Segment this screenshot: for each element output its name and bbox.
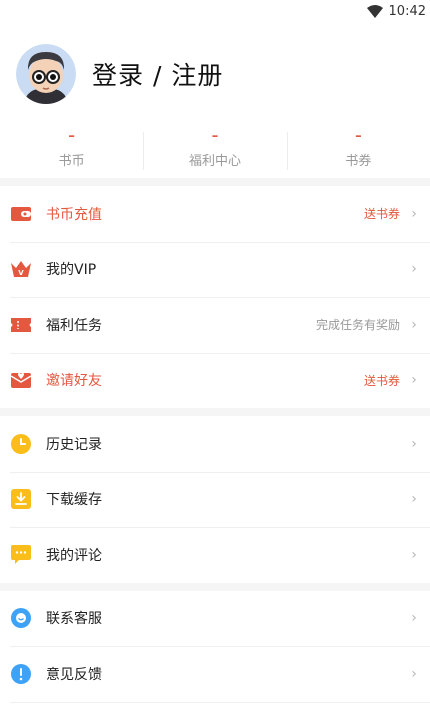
chevron-right-icon: › xyxy=(411,435,417,452)
avatar-image xyxy=(16,44,76,104)
svg-text:V: V xyxy=(18,269,24,277)
menu-item-download-cache[interactable]: 下载缓存 › xyxy=(0,471,430,528)
menu-item-label: 下载缓存 xyxy=(46,492,102,509)
menu-item-label: 意见反馈 xyxy=(46,666,102,683)
menu-item-label: 福利任务 xyxy=(46,317,102,334)
status-bar: 10:42 xyxy=(0,0,430,22)
menu-item-hint: 送书券 xyxy=(363,373,400,388)
menu-item-label: 书币充值 xyxy=(46,206,102,223)
menu-item-label: 我的VIP xyxy=(46,262,97,279)
stats-bar: – 书币 – 福利中心 – 书券 xyxy=(0,126,430,178)
menu-section-support: 联系客服 › 意见反馈 › xyxy=(0,590,430,724)
menu-item-partial xyxy=(0,701,430,724)
stat-label: 书券 xyxy=(345,154,372,169)
avatar[interactable] xyxy=(16,44,76,104)
menu-item-label: 邀请好友 xyxy=(46,373,102,390)
customer-service-icon xyxy=(10,607,32,629)
menu-item-vip[interactable]: V 我的VIP › xyxy=(0,241,430,298)
chevron-right-icon: › xyxy=(411,610,417,627)
invite-envelope-icon xyxy=(10,369,32,391)
status-time: 10:42 xyxy=(388,3,426,19)
menu-item-feedback[interactable]: 意见反馈 › xyxy=(0,646,430,702)
ticket-icon xyxy=(10,314,32,336)
menu-item-my-comments[interactable]: 我的评论 › xyxy=(0,527,430,583)
chevron-right-icon: › xyxy=(411,546,417,563)
stat-value: – xyxy=(211,129,219,144)
profile-header[interactable]: 登录 / 注册 xyxy=(0,22,430,126)
menu-section-account: 书币充值 送书券 › V 我的VIP › 福利任务 完成任务有奖励 › 邀请好友… xyxy=(0,186,430,408)
vip-crown-icon: V xyxy=(10,258,32,280)
chevron-right-icon: › xyxy=(411,665,417,682)
menu-item-label: 历史记录 xyxy=(46,436,102,453)
stat-value: – xyxy=(355,129,362,144)
clock-icon xyxy=(10,433,32,455)
chevron-right-icon: › xyxy=(411,372,417,389)
menu-section-content: 历史记录 › 下载缓存 › 我的评论 › xyxy=(0,416,430,583)
download-icon xyxy=(10,488,32,510)
menu-item-invite-friends[interactable]: 邀请好友 送书券 › xyxy=(0,352,430,409)
menu-item-label: 我的评论 xyxy=(46,547,102,564)
chevron-right-icon: › xyxy=(411,491,417,508)
chevron-right-icon: › xyxy=(411,205,417,222)
feedback-icon xyxy=(10,663,32,685)
stat-welfare-center[interactable]: – 福利中心 xyxy=(143,126,286,178)
stat-label: 书币 xyxy=(58,154,85,169)
stat-coins[interactable]: – 书币 xyxy=(0,126,143,178)
comment-icon xyxy=(10,544,32,566)
stat-vouchers[interactable]: – 书券 xyxy=(286,126,430,178)
header-area: 10:42 登录 / 注册 – 书币 – 福利中心 – 书券 xyxy=(0,0,430,178)
menu-item-hint: 完成任务有奖励 xyxy=(315,318,400,333)
login-register-link[interactable]: 登录 / 注册 xyxy=(92,56,223,92)
chevron-right-icon: › xyxy=(411,316,417,333)
menu-item-recharge[interactable]: 书币充值 送书券 › xyxy=(0,186,430,242)
chevron-right-icon: › xyxy=(411,261,417,278)
menu-item-customer-service[interactable]: 联系客服 › xyxy=(0,591,430,647)
menu-item-hint: 送书券 xyxy=(363,207,400,222)
stat-label: 福利中心 xyxy=(188,154,241,169)
wallet-icon xyxy=(10,203,32,225)
stat-value: – xyxy=(68,129,75,144)
menu-item-label: 联系客服 xyxy=(46,611,102,628)
menu-item-welfare-tasks[interactable]: 福利任务 完成任务有奖励 › xyxy=(0,297,430,353)
wifi-icon xyxy=(366,4,383,18)
menu-item-history[interactable]: 历史记录 › xyxy=(0,416,430,472)
